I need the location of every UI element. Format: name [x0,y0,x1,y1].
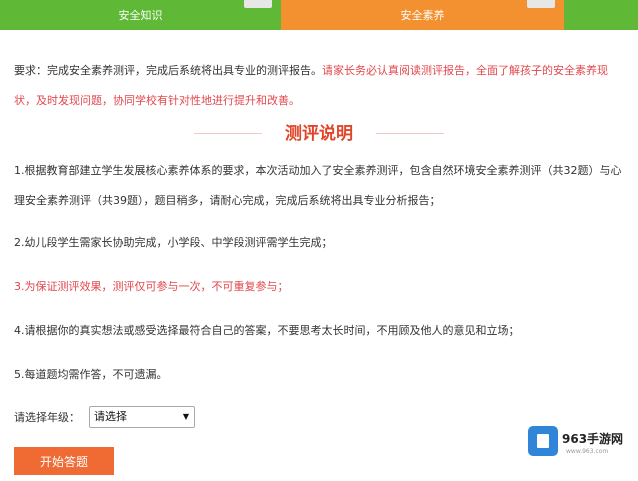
title-divider-left [194,133,262,134]
page-title: 测评说明 [285,124,353,144]
instruction-2: 2.幼儿段学生需家长协助完成，小学段、中学段测评需学生完成； [14,236,333,249]
requirement-normal: 要求：完成安全素养测评，完成后系统将出具专业的测评报告。 [14,64,322,77]
tab-label: 安全素养 [400,9,445,22]
grade-label: 请选择年级： [14,411,80,424]
grade-select[interactable]: 请选择 ▼ [89,406,195,428]
start-quiz-button[interactable]: 开始答题 [14,447,114,475]
tab-bar: 安全知识 安全素养 [0,0,638,30]
requirement-text: 要求：完成安全素养测评，完成后系统将出具专业的测评报告。请家长务必认真阅读测评报… [14,56,626,116]
tab-label: 安全知识 [118,9,163,22]
chevron-down-icon: ▼ [182,412,189,421]
tab-safety-knowledge[interactable]: 安全知识 [0,0,281,30]
tab-safety-literacy[interactable]: 安全素养 [281,0,564,30]
tab-extra[interactable] [564,0,638,30]
instruction-5: 5.每道题均需作答，不可遗漏。 [14,368,168,381]
tab-badge [527,0,555,8]
title-divider-right [376,133,444,134]
logo-icon [528,426,558,456]
watermark-logo: 963手游网 www.963.com [528,426,634,460]
tab-badge [244,0,272,8]
instruction-1: 1.根据教育部建立学生发展核心素养体系的要求，本次活动加入了安全素养测评，包含自… [14,164,622,207]
grade-select-value: 请选择 [94,410,127,423]
logo-name: 963手游网 [562,432,624,446]
section-title: 测评说明 [0,120,638,148]
logo-url: www.963.com [566,448,609,455]
instruction-4: 4.请根据你的真实想法或感受选择最符合自己的答案，不要思考太长时间，不用顾及他人… [14,324,520,337]
instruction-3: 3.为保证测评效果，测评仅可参与一次，不可重复参与； [14,280,289,293]
